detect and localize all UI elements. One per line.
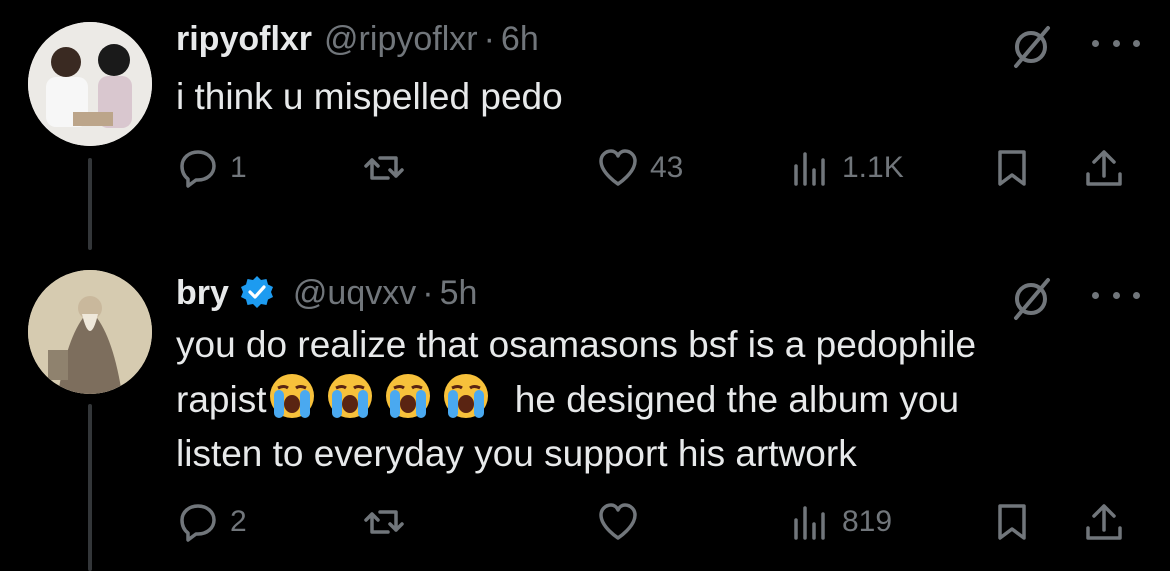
share-icon bbox=[1086, 504, 1122, 540]
separator-dot: · bbox=[422, 274, 434, 312]
like-button[interactable] bbox=[596, 500, 640, 544]
thread-line-top bbox=[88, 158, 92, 250]
views-button[interactable]: 1.1K bbox=[788, 146, 904, 190]
tweet-text: i think u mispelled pedo bbox=[176, 76, 563, 117]
tweet-text-segment: he designed the album you bbox=[514, 379, 960, 420]
reply-icon bbox=[180, 150, 216, 188]
avatar[interactable] bbox=[28, 22, 152, 146]
reply-icon bbox=[180, 504, 216, 542]
display-name[interactable]: bry bbox=[176, 274, 229, 313]
grok-icon[interactable] bbox=[1008, 276, 1054, 322]
loudly-crying-face-icon bbox=[386, 374, 431, 418]
tweet-actions: 1 43 1.1K bbox=[176, 146, 1140, 196]
loudly-crying-face-icon bbox=[270, 374, 315, 418]
loudly-crying-face-icon bbox=[444, 374, 489, 418]
bookmark-icon bbox=[998, 504, 1026, 540]
more-options-icon[interactable] bbox=[1092, 278, 1140, 312]
tweet-text: you do realize that osamasons bsf is a p… bbox=[176, 318, 1140, 481]
timestamp[interactable]: 6h bbox=[501, 20, 539, 59]
views-count: 819 bbox=[842, 505, 893, 538]
grok-icon[interactable] bbox=[1008, 24, 1054, 70]
repost-icon bbox=[364, 510, 404, 534]
tweet-header: ripyoflxr @ripyoflxr · 6h bbox=[176, 20, 1140, 68]
loudly-crying-face-icon bbox=[328, 374, 373, 418]
like-button[interactable]: 43 bbox=[596, 146, 683, 190]
more-options-icon[interactable] bbox=[1092, 26, 1140, 60]
bookmark-icon bbox=[998, 150, 1026, 186]
reply-button[interactable]: 1 bbox=[176, 146, 247, 190]
repost-button[interactable] bbox=[362, 146, 406, 190]
tweet-2[interactable]: bry @uqvxv · 5h you do realize that osam… bbox=[176, 268, 1140, 481]
tweet-header: bry @uqvxv · 5h bbox=[176, 268, 1140, 320]
tweet-text-segment: rapist bbox=[176, 379, 267, 420]
repost-button[interactable] bbox=[362, 500, 406, 544]
user-handle[interactable]: @ripyoflxr bbox=[324, 20, 478, 59]
separator-dot: · bbox=[483, 20, 495, 58]
repost-icon bbox=[364, 156, 404, 180]
views-button[interactable]: 819 bbox=[788, 500, 892, 544]
reply-count: 1 bbox=[230, 151, 247, 184]
bookmark-button[interactable] bbox=[990, 146, 1034, 190]
share-button[interactable] bbox=[1082, 500, 1126, 544]
display-name[interactable]: ripyoflxr bbox=[176, 20, 312, 59]
tweet-1[interactable]: ripyoflxr @ripyoflxr · 6h i think u misp… bbox=[176, 20, 1140, 124]
like-count: 43 bbox=[650, 151, 684, 184]
heart-icon bbox=[599, 149, 637, 186]
bookmark-button[interactable] bbox=[990, 500, 1034, 544]
share-button[interactable] bbox=[1082, 146, 1126, 190]
avatar-photo bbox=[28, 270, 152, 394]
reply-button[interactable]: 2 bbox=[176, 500, 247, 544]
views-count: 1.1K bbox=[842, 151, 904, 184]
share-icon bbox=[1086, 150, 1122, 186]
timestamp[interactable]: 5h bbox=[440, 274, 478, 313]
avatar[interactable] bbox=[28, 270, 152, 394]
verified-badge-icon bbox=[240, 276, 273, 308]
user-handle[interactable]: @uqvxv bbox=[293, 274, 416, 313]
avatar-photo bbox=[28, 22, 152, 146]
views-icon bbox=[794, 152, 825, 186]
thread-line-bottom bbox=[88, 404, 92, 571]
reply-count: 2 bbox=[230, 505, 247, 538]
tweet-actions: 2 819 bbox=[176, 500, 1140, 550]
tweet-text-line: listen to everyday you support his artwo… bbox=[176, 433, 857, 474]
heart-icon bbox=[599, 503, 637, 540]
tweet-text-line: rapist he designed the album you bbox=[176, 372, 1140, 427]
views-icon bbox=[794, 506, 825, 540]
tweet-text-line: you do realize that osamasons bsf is a p… bbox=[176, 324, 977, 365]
